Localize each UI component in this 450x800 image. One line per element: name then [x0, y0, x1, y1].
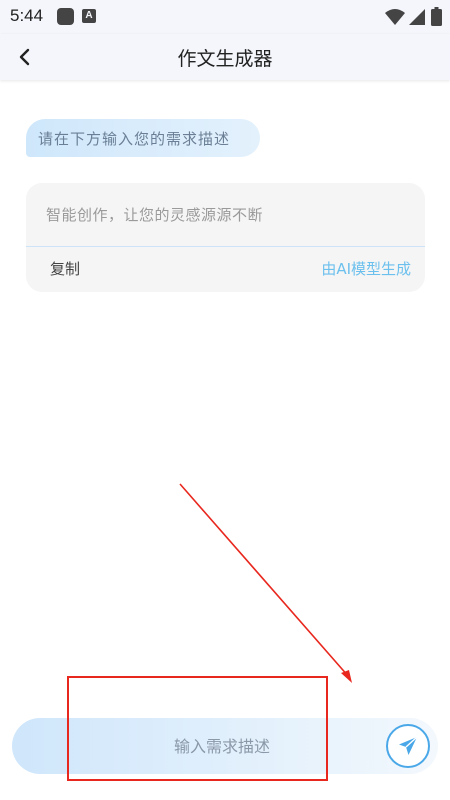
prompt-text: 请在下方输入您的需求描述: [38, 130, 231, 148]
notification-app-icon: [57, 8, 74, 25]
screen: 5:44 A 作文生成器 请在下方输入您的需求描述 智能创作，让您的灵感源源不断…: [0, 0, 450, 800]
input-bar: [12, 718, 438, 774]
result-divider: [26, 246, 425, 247]
copy-button[interactable]: 复制: [50, 258, 80, 279]
battery-icon: [431, 7, 442, 26]
page-title: 作文生成器: [177, 48, 273, 70]
app-bar: 作文生成器: [0, 34, 450, 80]
requirement-input[interactable]: [112, 728, 332, 764]
send-icon: [399, 736, 418, 755]
status-bar: 5:44 A: [0, 0, 450, 34]
result-text: 智能创作，让您的灵感源源不断: [46, 206, 264, 224]
wifi-icon: [385, 9, 405, 25]
notification-a-icon: A: [82, 9, 96, 23]
ai-credit-label: 由AI模型生成: [321, 260, 411, 278]
status-time: 5:44: [10, 6, 44, 25]
send-button[interactable]: [386, 724, 430, 768]
result-card: 智能创作，让您的灵感源源不断 复制 由AI模型生成: [26, 183, 425, 292]
signal-icon: [409, 9, 425, 25]
prompt-bubble: 请在下方输入您的需求描述: [26, 119, 260, 157]
